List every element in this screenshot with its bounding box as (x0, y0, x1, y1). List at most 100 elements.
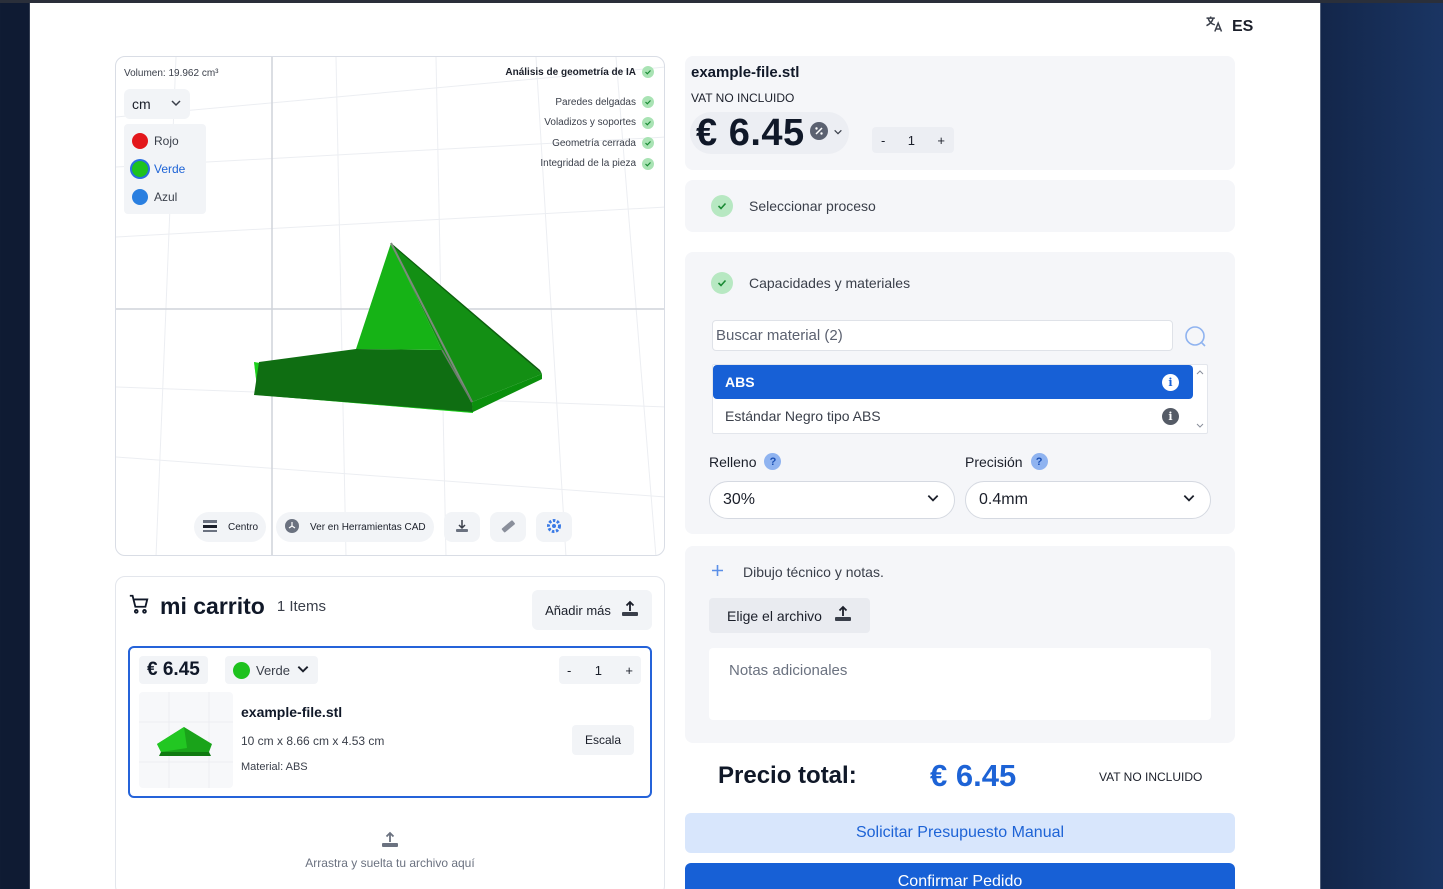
file-drop-zone[interactable]: Arrastra y suelta tu archivo aquí (116, 831, 664, 870)
material-list-scrollbar[interactable] (1193, 365, 1207, 433)
cart-item-price: € 6.45 (139, 656, 208, 684)
process-section[interactable]: Seleccionar proceso (685, 180, 1235, 232)
language-switch[interactable]: ES (1204, 14, 1253, 39)
ruler-icon (500, 518, 516, 537)
upload-icon (621, 600, 639, 621)
summary-vat-note: VAT NO INCLUIDO (691, 91, 795, 105)
notes-textarea[interactable] (709, 648, 1211, 720)
ai-check-label: Integridad de la pieza (540, 158, 636, 170)
summary-quantity-stepper: - 1 + (872, 127, 954, 153)
cart-count: 1 Items (276, 598, 327, 615)
add-more-button[interactable]: Añadir más (532, 590, 652, 630)
scale-button[interactable]: Escala (572, 725, 634, 755)
viewer-toolbar: Centro Ver en Herramientas CAD (194, 512, 572, 542)
materials-header[interactable]: Capacidades y materiales (711, 272, 910, 294)
help-icon[interactable]: ? (1030, 453, 1048, 470)
cart-item[interactable]: € 6.45 Verde - 1 + example-file.stl 10 c… (128, 646, 652, 798)
search-icon[interactable] (1184, 325, 1206, 352)
chevron-down-icon (926, 491, 940, 510)
download-icon (454, 518, 470, 537)
check-icon (642, 96, 654, 109)
plus-icon (709, 562, 726, 582)
summary-price: € 6.45 (696, 111, 805, 154)
ai-check-row: Voladizos y soportes (505, 113, 654, 134)
cube-icon (284, 518, 300, 537)
total-label: Precio total: (718, 762, 857, 789)
download-button[interactable] (443, 512, 480, 542)
drawing-header[interactable]: Dibujo técnico y notas. (709, 562, 884, 582)
chevron-down-icon (170, 96, 182, 112)
color-label: Verde (154, 162, 186, 176)
language-code: ES (1232, 17, 1254, 35)
cart-icon (128, 593, 150, 620)
chevron-down-icon (833, 124, 843, 142)
upload-icon (116, 831, 664, 852)
infill-select[interactable]: 30% (709, 481, 955, 519)
material-label: ABS (725, 374, 755, 390)
material-option-abs[interactable]: ABS i (713, 365, 1193, 399)
cart-item-quantity-stepper: - 1 + (559, 656, 641, 684)
material-search-input[interactable]: Buscar material (2) (712, 320, 1173, 351)
quantity-value: 1 (594, 662, 602, 678)
materials-label: Capacidades y materiales (749, 275, 911, 291)
measure-button[interactable] (489, 512, 526, 542)
total-vat-note: VAT NO INCLUIDO (1099, 770, 1203, 784)
cart-item-dimensions: 10 cm x 8.66 cm x 4.53 cm (241, 734, 385, 748)
color-swatch (233, 661, 250, 679)
color-option-verde[interactable]: Verde (124, 155, 206, 183)
drawing-label: Dibujo técnico y notas. (743, 564, 884, 580)
material-option-abs-black[interactable]: Estándar Negro tipo ABS i (713, 399, 1193, 433)
confirm-order-button[interactable]: Confirmar Pedido (685, 863, 1235, 889)
check-icon (642, 66, 654, 78)
cart-item-color-select[interactable]: Verde (225, 656, 318, 684)
summary-price-box[interactable]: € 6.45 (690, 112, 849, 154)
choose-file-label: Elige el archivo (727, 607, 822, 624)
drawing-notes-section: Dibujo técnico y notas. Elige el archivo (685, 546, 1235, 743)
check-icon (711, 272, 733, 294)
cart-panel: mi carrito 1 Items Añadir más € 6.45 Ver… (115, 576, 665, 889)
choose-file-button[interactable]: Elige el archivo (709, 598, 870, 633)
increment-button[interactable]: + (625, 663, 633, 678)
center-icon (202, 519, 218, 536)
infill-label-text: Relleno (709, 453, 757, 470)
decrement-button[interactable]: - (567, 663, 571, 678)
color-swatch (132, 133, 148, 149)
ai-check-label: Paredes delgadas (555, 96, 636, 108)
ai-check-row: Paredes delgadas (505, 92, 654, 113)
info-icon[interactable]: i (1162, 373, 1179, 391)
process-label: Seleccionar proceso (749, 198, 876, 214)
quantity-value: 1 (907, 132, 915, 148)
cart-item-color-label: Verde (256, 662, 290, 678)
color-option-azul[interactable]: Azul (124, 183, 206, 211)
help-icon[interactable]: ? (764, 453, 782, 470)
color-swatch (132, 189, 148, 205)
gear-icon (546, 518, 562, 537)
check-icon (642, 116, 654, 129)
add-more-label: Añadir más (545, 602, 611, 618)
color-option-rojo[interactable]: Rojo (124, 127, 206, 155)
ai-check-label: Geometría cerrada (552, 137, 636, 149)
manual-quote-button[interactable]: Solicitar Presupuesto Manual (685, 813, 1235, 853)
check-icon (711, 195, 733, 217)
total-row: Precio total: € 6.45 VAT NO INCLUIDO (718, 758, 1218, 798)
process-header: Seleccionar proceso (711, 195, 876, 217)
decrement-button[interactable]: - (881, 133, 885, 148)
chevron-down-icon (296, 662, 310, 679)
ai-analysis-panel: Análisis de geometría de IA Paredes delg… (505, 66, 654, 174)
cart-title: mi carrito (160, 593, 265, 619)
settings-button[interactable] (535, 512, 572, 542)
ai-analysis-title-text: Análisis de geometría de IA (505, 66, 636, 78)
info-icon[interactable]: i (1162, 407, 1179, 425)
center-label: Centro (228, 521, 259, 533)
precision-value: 0.4mm (979, 491, 1028, 508)
material-list: ABS i Estándar Negro tipo ABS i (712, 364, 1208, 434)
increment-button[interactable]: + (937, 133, 945, 148)
unit-select[interactable]: cm (124, 89, 190, 119)
cart-header: mi carrito 1 Items (128, 593, 326, 620)
precision-select[interactable]: 0.4mm (965, 481, 1211, 519)
translate-icon (1204, 14, 1224, 39)
cad-tools-button[interactable]: Ver en Herramientas CAD (276, 512, 434, 542)
precision-label-text: Precisión (965, 453, 1023, 470)
center-button[interactable]: Centro (194, 512, 267, 542)
model-viewer[interactable]: Volumen: 19.962 cm³ cm Rojo Verde Azul A… (115, 56, 665, 556)
